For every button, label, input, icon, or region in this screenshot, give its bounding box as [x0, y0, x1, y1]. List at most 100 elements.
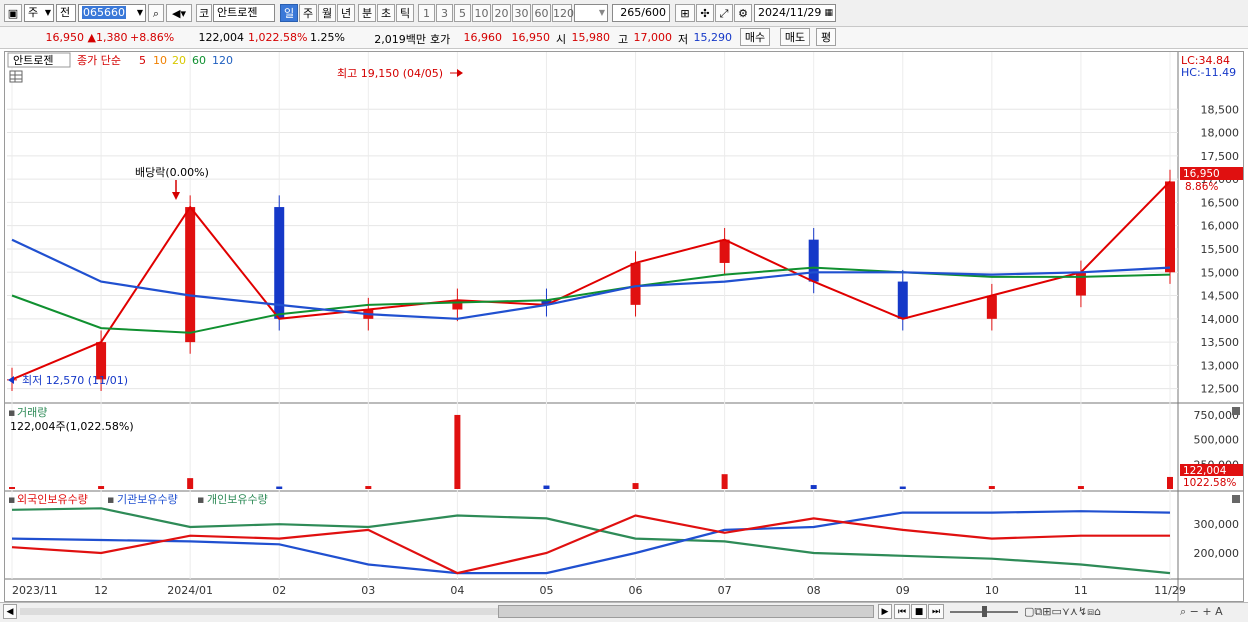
candle-type-icon[interactable]: ⊞ [675, 4, 695, 22]
period-week-button[interactable]: 주 [299, 4, 317, 22]
sound-icon[interactable]: ◀▾ [166, 4, 192, 22]
candle-body [274, 207, 285, 319]
period-second-button[interactable]: 초 [377, 4, 395, 22]
interval-5-button[interactable]: 5 [454, 4, 471, 22]
interval-120-button[interactable]: 120 [552, 4, 574, 22]
scrollbar-thumb[interactable] [498, 605, 874, 618]
gear-icon[interactable]: ⚙ [734, 4, 752, 22]
count-field[interactable]: 265/600 [612, 4, 670, 22]
bid-value: 16,950 [511, 31, 551, 44]
bottom-bar: ◀ ▶ ⏮ ■ ⏭ ▢⧉⊞▭⋎⋏↯⧈⌂ ⌕ − + A [0, 602, 1248, 622]
current-price: 16,950 ▲ [6, 31, 96, 44]
period-year-button[interactable]: 년 [337, 4, 355, 22]
interval-1-button[interactable]: 1 [418, 4, 435, 22]
crosshair-icon[interactable]: ✣ [696, 4, 714, 22]
price-tick-label: 15,000 [1201, 266, 1240, 279]
average-button[interactable]: 평 [816, 28, 836, 46]
average-label: 평 [820, 31, 832, 44]
candle-body [1075, 272, 1086, 296]
volume-bar [276, 486, 283, 489]
volume-bar [721, 474, 728, 489]
sell-label: 매도 [784, 31, 806, 44]
interval-label: 3 [441, 7, 448, 20]
volume-title: 거래량 [17, 406, 47, 419]
interval-label: 5 [459, 7, 466, 20]
interval-10-button[interactable]: 10 [472, 4, 491, 22]
ma-legend-20: 20 [172, 54, 186, 67]
buy-button[interactable]: 매수 [740, 28, 770, 46]
price-tick-label: 12,500 [1201, 383, 1240, 396]
chevron-down-icon: ▼ [136, 8, 143, 17]
price-tick-label: 17,500 [1201, 150, 1240, 163]
holdings-tick-label: 300,000 [1194, 518, 1240, 531]
stock-name-tag-text: 안트로젠 [13, 54, 53, 67]
sell-button[interactable]: 매도 [780, 28, 810, 46]
scroll-track[interactable] [20, 608, 498, 615]
low-marker: 최저 12,570 (11/01) [22, 374, 128, 387]
volume-bar [454, 414, 461, 489]
holdings-marker-dot: ▪ [107, 493, 114, 506]
drawing-icon[interactable]: ⤢ [715, 4, 733, 22]
price-change-pct: +8.86% [130, 31, 175, 44]
volume-bar [899, 486, 906, 489]
period-minute-button[interactable]: 분 [358, 4, 376, 22]
stop-icon[interactable]: ■ [911, 604, 927, 619]
chevron-down-icon: ▼ [44, 8, 51, 17]
holdings-marker-dot: ▪ [197, 493, 204, 506]
x-tick-label: 11 [1074, 584, 1088, 597]
table-icon[interactable] [9, 70, 23, 83]
forward-icon[interactable]: ⏭ [928, 604, 944, 619]
scroll-right-icon[interactable]: ▶ [878, 604, 892, 619]
stock-code-input[interactable]: 065660 ▼ [78, 4, 146, 22]
volume-bar [632, 483, 639, 489]
stock-name-field[interactable]: 안트로젠 [213, 4, 275, 22]
period-label: 일 [283, 7, 295, 20]
holdings-panel-close-icon[interactable] [1232, 495, 1240, 503]
period-month-button[interactable]: 월 [318, 4, 336, 22]
price-change: 1,380 [96, 31, 128, 44]
zoom-icons[interactable]: ⌕ − + A [1180, 605, 1223, 619]
hc-label: HC:-11.49 [1181, 66, 1236, 79]
period-day-button[interactable]: 일 [280, 4, 298, 22]
layout-icons[interactable]: ▢⧉⊞▭⋎⋏↯⧈⌂ [1024, 605, 1101, 619]
market-combo[interactable]: 주 ▼ [24, 4, 54, 22]
volume-panel-close-icon[interactable] [1232, 407, 1240, 415]
period-tick-button[interactable]: 틱 [396, 4, 414, 22]
rewind-icon[interactable]: ⏮ [894, 604, 910, 619]
volume-pct: 1,022.58% [248, 31, 308, 44]
interval-30-button[interactable]: 30 [512, 4, 531, 22]
interval-custom-combo[interactable]: ▼ [574, 4, 608, 22]
x-tick-label: 2024/01 [167, 584, 213, 597]
interval-label: 10 [474, 7, 489, 20]
search-icon[interactable]: ⌕ [148, 4, 164, 22]
candle-body [986, 295, 997, 319]
interval-20-button[interactable]: 20 [492, 4, 511, 22]
holdings-tick-label: 200,000 [1194, 547, 1240, 560]
count-value: 265 [620, 6, 642, 19]
interval-3-button[interactable]: 3 [436, 4, 453, 22]
x-tick-label: 11/29 [1154, 584, 1186, 597]
date-input[interactable]: 2024/11/29 ▦ [754, 4, 836, 22]
holdings-marker-dot: ▪ [8, 493, 15, 506]
high-value: 17,000 [633, 31, 673, 44]
turnover-pct: 1.25% [310, 31, 345, 44]
market-combo-value: 주 [28, 6, 39, 19]
prev-button[interactable]: 전 [56, 4, 76, 22]
chart-area[interactable]: 18,50018,00017,50017,00016,50016,00015,5… [4, 51, 1244, 602]
ma-legend-120: 120 [212, 54, 233, 67]
stock-chart[interactable]: 18,50018,00017,50017,00016,50016,00015,5… [5, 52, 1243, 601]
x-tick-label: 10 [985, 584, 999, 597]
volume-bar [365, 486, 372, 489]
candle-body [719, 239, 730, 263]
zoom-slider-handle[interactable] [982, 606, 987, 617]
x-tick-label: 12 [94, 584, 108, 597]
price-tick-label: 18,000 [1201, 127, 1240, 140]
interval-60-button[interactable]: 60 [532, 4, 551, 22]
volume-marker-dot: ▪ [8, 406, 15, 419]
calendar-icon[interactable]: ▦ [824, 5, 833, 21]
trade-volume: 122,004 [198, 31, 245, 44]
window-menu-icon[interactable]: ▣ [4, 4, 22, 22]
legend-individual: 개인보유수량 [207, 493, 268, 506]
low-label: 저 [678, 33, 689, 46]
scroll-left-icon[interactable]: ◀ [3, 604, 17, 619]
